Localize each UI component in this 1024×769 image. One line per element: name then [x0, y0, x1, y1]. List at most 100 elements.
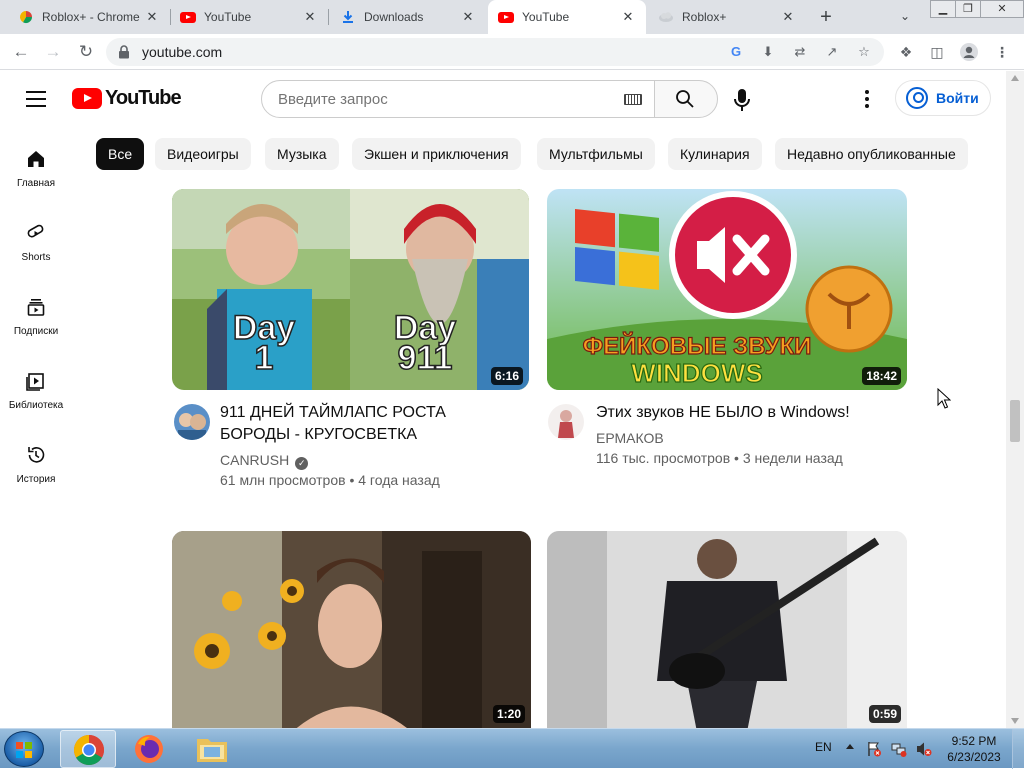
roblox-favicon-icon: [18, 9, 34, 25]
tab-youtube-1[interactable]: YouTube ✕: [170, 0, 328, 34]
video-title[interactable]: Этих звуков НЕ БЫЛО в Windows!: [596, 402, 896, 424]
tab-title: YouTube: [522, 10, 570, 24]
download-icon: [340, 9, 356, 25]
guide-item-home[interactable]: Главная: [0, 127, 72, 201]
scrollbar-thumb[interactable]: [1010, 400, 1020, 442]
guide-label: Подписки: [13, 326, 59, 337]
video-thumbnail[interactable]: ФЕЙКОВЫЕ ЗВУКИ WINDOWS 18:42: [547, 189, 907, 390]
chip-music[interactable]: Музыка: [265, 138, 339, 170]
chip-recently-uploaded[interactable]: Недавно опубликованные: [775, 138, 968, 170]
guide-item-subscriptions[interactable]: Подписки: [0, 275, 72, 349]
reload-icon[interactable]: ↻: [75, 41, 97, 63]
translate-icon[interactable]: ⇄: [792, 44, 808, 60]
video-thumbnail[interactable]: Day 1 Day 911 6:16: [172, 189, 529, 390]
close-tab-icon[interactable]: ✕: [302, 9, 318, 25]
network-icon[interactable]: [891, 741, 907, 757]
chip-action-adventure[interactable]: Экшен и приключения: [352, 138, 521, 170]
minimize-button[interactable]: ▁: [930, 0, 956, 18]
address-bar[interactable]: youtube.com G ⬇ ⇄ ↗ ☆: [106, 38, 884, 66]
chip-all[interactable]: Все: [96, 138, 145, 170]
page-scrollbar[interactable]: [1006, 71, 1024, 728]
back-arrow-icon[interactable]: ←: [10, 41, 32, 63]
keyboard-language[interactable]: EN: [815, 740, 832, 754]
cloud-favicon-icon: [658, 9, 674, 25]
library-icon: [26, 373, 44, 391]
thumbnail-image-windows-sounds: ФЕЙКОВЫЕ ЗВУКИ WINDOWS: [547, 189, 907, 390]
channel-name[interactable]: CANRUSH ✓: [220, 452, 309, 470]
youtube-favicon-icon: [180, 9, 196, 25]
close-window-button[interactable]: ✕: [980, 0, 1024, 18]
close-tab-icon[interactable]: ✕: [620, 9, 636, 25]
guide-item-shorts[interactable]: Shorts: [0, 201, 72, 275]
profile-avatar-icon[interactable]: [960, 43, 978, 61]
guide-item-library[interactable]: Библиотека: [0, 349, 72, 423]
install-app-icon[interactable]: ⬇: [760, 44, 776, 60]
video-thumbnail[interactable]: 0:59: [547, 531, 907, 728]
chip-video-games[interactable]: Видеоигры: [155, 138, 251, 170]
chrome-menu-icon[interactable]: ⋮: [993, 43, 1011, 61]
keyboard-icon[interactable]: [624, 94, 642, 105]
youtube-masthead: YouTube Введите запрос Войти: [0, 71, 1006, 127]
action-center-flag-icon[interactable]: [866, 741, 882, 757]
tab-search-chevron-icon[interactable]: ⌄: [896, 7, 914, 25]
browser-toolbar: ← → ↻ youtube.com G ⬇ ⇄ ↗ ☆ ❖ ◫ ⋮: [0, 34, 1024, 70]
share-icon[interactable]: ↗: [824, 44, 840, 60]
search-icon: [676, 90, 694, 108]
taskbar-chrome[interactable]: [60, 730, 116, 768]
bookmark-star-icon[interactable]: ☆: [856, 44, 872, 60]
close-tab-icon[interactable]: ✕: [780, 9, 796, 25]
channel-name[interactable]: ЕРМАКОВ: [596, 430, 664, 446]
show-desktop-button[interactable]: [1012, 729, 1024, 769]
close-tab-icon[interactable]: ✕: [460, 9, 476, 25]
tab-youtube-active[interactable]: YouTube ✕: [488, 0, 646, 34]
more-options-icon[interactable]: [857, 87, 877, 111]
scroll-down-arrow-icon[interactable]: [1011, 718, 1019, 724]
maximize-button[interactable]: ❐: [955, 0, 981, 18]
microphone-icon[interactable]: [728, 86, 756, 114]
system-clock[interactable]: 9:52 PM 6/23/2023: [942, 733, 1006, 765]
start-button[interactable]: [4, 731, 44, 767]
chip-cooking[interactable]: Кулинария: [668, 138, 762, 170]
channel-avatar[interactable]: [174, 404, 210, 440]
overlay-day-1-number: 1: [255, 339, 274, 377]
side-panel-icon[interactable]: ◫: [928, 43, 946, 61]
tab-roblox-plus[interactable]: Roblox+ ✕: [648, 0, 806, 34]
taskbar-explorer[interactable]: [184, 730, 240, 768]
search-button[interactable]: [654, 80, 718, 118]
video-title[interactable]: 911 ДНЕЙ ТАЙМЛАПС РОСТА БОРОДЫ - КРУГОСВ…: [220, 402, 510, 446]
youtube-play-logo-icon: [72, 87, 102, 109]
youtube-logo[interactable]: YouTube: [72, 86, 182, 109]
close-tab-icon[interactable]: ✕: [144, 9, 160, 25]
thumbnail-image-guitarist: [547, 531, 907, 728]
sign-in-button[interactable]: Войти: [895, 80, 991, 116]
google-lens-icon[interactable]: G: [728, 44, 744, 60]
hamburger-menu-icon[interactable]: [26, 91, 46, 107]
tab-title: Roblox+ - Chrome: [42, 10, 140, 24]
tab-roblox-plus-chrome[interactable]: Roblox+ - Chrome ✕: [8, 0, 170, 34]
chip-cartoons[interactable]: Мультфильмы: [537, 138, 655, 170]
search-box[interactable]: Введите запрос: [261, 80, 655, 118]
logo-wordmark: YouTube: [105, 86, 182, 109]
shorts-icon: [27, 224, 44, 238]
taskbar-firefox[interactable]: [122, 730, 178, 768]
video-thumbnail[interactable]: 1:20: [172, 531, 531, 728]
video-duration: 18:42: [862, 367, 901, 385]
tab-title: Roblox+: [682, 10, 727, 24]
firefox-icon: [135, 735, 163, 763]
video-duration: 1:20: [492, 705, 525, 723]
sign-in-label: Войти: [936, 90, 979, 106]
guide-label: Shorts: [21, 252, 51, 263]
channel-avatar[interactable]: [548, 404, 584, 440]
forward-arrow-icon[interactable]: →: [42, 41, 64, 63]
new-tab-button[interactable]: +: [815, 6, 837, 28]
video-meta: 116 тыс. просмотров • 3 недели назад: [596, 450, 843, 466]
url-text: youtube.com: [142, 44, 223, 60]
tab-downloads[interactable]: Downloads ✕: [330, 0, 486, 34]
extensions-puzzle-icon[interactable]: ❖: [897, 43, 915, 61]
guide-label: История: [16, 474, 56, 485]
volume-muted-icon[interactable]: [916, 741, 932, 757]
scroll-up-arrow-icon[interactable]: [1011, 75, 1019, 81]
show-hidden-icons-arrow-icon[interactable]: [846, 744, 854, 749]
overlay-day-911-number: 911: [398, 339, 453, 377]
guide-item-history[interactable]: История: [0, 423, 72, 497]
